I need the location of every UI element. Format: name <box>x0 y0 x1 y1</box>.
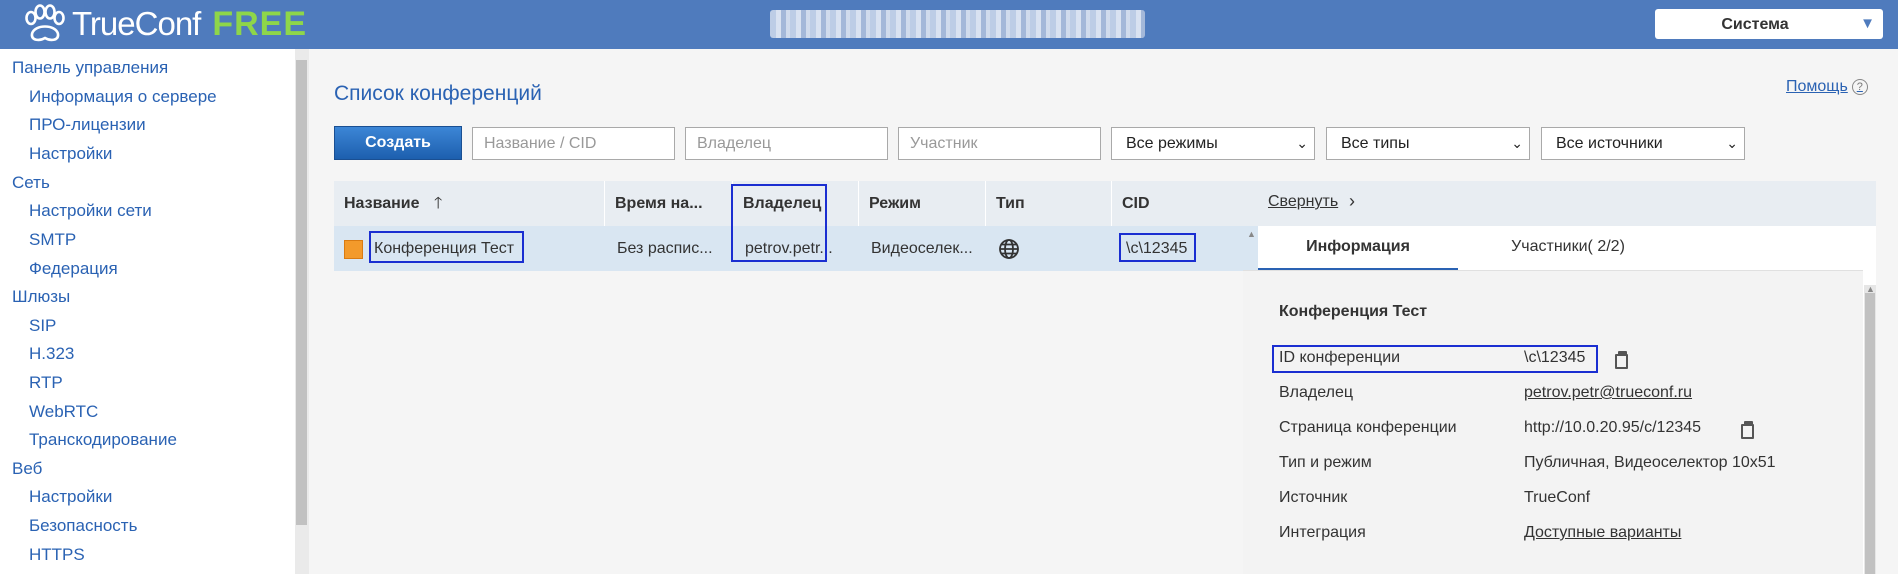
sidebar-item-rtp[interactable]: RTP <box>29 373 63 393</box>
field-label-conference-page: Страница конференции <box>1279 419 1457 436</box>
top-header: TrueConf FREE Система ▼ <box>0 0 1898 49</box>
types-select[interactable]: Все типы ⌄ <box>1326 127 1530 160</box>
highlight-cid <box>1119 233 1196 262</box>
trueconf-logo[interactable]: TrueConf FREE <box>22 4 307 44</box>
sidebar-item-transcoding[interactable]: Транскодирование <box>29 430 177 450</box>
copy-icon[interactable] <box>1741 421 1754 439</box>
system-select[interactable]: Система ▼ <box>1655 9 1883 39</box>
sidebar-item-smtp[interactable]: SMTP <box>29 230 76 250</box>
create-button[interactable]: Создать <box>334 126 462 160</box>
sidebar-item-security[interactable]: Безопасность <box>29 516 137 536</box>
chevron-down-icon: ⌄ <box>1726 135 1738 151</box>
column-time[interactable]: Время на... <box>605 181 733 226</box>
column-name-label: Название <box>344 195 420 212</box>
scroll-up-arrow-icon[interactable]: ▲ <box>1866 284 1875 294</box>
modes-select[interactable]: Все режимы ⌄ <box>1111 127 1315 160</box>
conference-status-square <box>344 240 363 259</box>
help-link-label: Помощь <box>1786 78 1848 95</box>
edition-badge: FREE <box>212 4 308 43</box>
field-value-type-mode: Публичная, Видеоселектор 10x51 <box>1524 454 1776 471</box>
sidebar-item-web-settings[interactable]: Настройки <box>29 487 112 507</box>
owner-filter-input[interactable]: Владелец <box>685 127 888 160</box>
field-value-conference-page: http://10.0.20.95/c/12345 <box>1524 419 1702 436</box>
column-name[interactable]: Название 🡑 <box>334 181 605 226</box>
column-type[interactable]: Тип <box>986 181 1112 226</box>
field-value-source: TrueConf <box>1524 489 1591 506</box>
highlight-conference-name <box>369 231 524 263</box>
row-mode: Видеоселек... <box>871 240 973 257</box>
sidebar-item-web[interactable]: Веб <box>12 459 42 479</box>
sidebar-item-control-panel[interactable]: Панель управления <box>12 58 168 78</box>
participant-filter-input[interactable]: Участник <box>898 127 1101 160</box>
chevron-right-icon[interactable]: › <box>1349 191 1355 212</box>
page-title: Список конференций <box>334 82 542 105</box>
sidebar-item-gateways[interactable]: Шлюзы <box>12 287 70 307</box>
row-time: Без распис... <box>617 240 713 257</box>
tab-information[interactable]: Информация <box>1258 226 1458 270</box>
chevron-down-icon: ⌄ <box>1296 135 1308 151</box>
question-circle-icon: ? <box>1851 79 1868 95</box>
highlight-conference-id <box>1272 345 1598 373</box>
scroll-up-arrow-icon[interactable]: ▲ <box>1247 229 1256 239</box>
field-label-integration: Интеграция <box>1279 524 1366 541</box>
sidebar-item-h323[interactable]: H.323 <box>29 344 74 364</box>
tab-participants[interactable]: Участники( 2/2) <box>1460 226 1676 270</box>
field-label-type-mode: Тип и режим <box>1279 454 1372 471</box>
collapse-link[interactable]: Свернуть <box>1268 193 1338 211</box>
sidebar-item-network-settings[interactable]: Настройки сети <box>29 201 152 221</box>
paw-logo-icon <box>25 4 65 42</box>
sidebar-item-server-info[interactable]: Информация о сервере <box>29 87 217 107</box>
sidebar-item-pro-licenses[interactable]: ПРО-лицензии <box>29 115 146 135</box>
field-value-owner-link[interactable]: petrov.petr@trueconf.ru <box>1524 384 1692 402</box>
sidebar-item-network[interactable]: Сеть <box>12 173 50 193</box>
name-cid-filter-input[interactable]: Название / CID <box>472 127 675 160</box>
sidebar-item-webrtc[interactable]: WebRTC <box>29 402 98 422</box>
arrow-up-icon: 🡑 <box>433 195 443 212</box>
field-value-integration-link[interactable]: Доступные варианты <box>1524 524 1681 542</box>
sidebar-item-settings[interactable]: Настройки <box>29 144 112 164</box>
server-name-blurred <box>770 10 1145 38</box>
panel-scrollbar-thumb[interactable] <box>1865 293 1875 574</box>
copy-icon[interactable] <box>1615 351 1628 369</box>
system-select-value: Система <box>1721 16 1789 33</box>
field-label-owner: Владелец <box>1279 384 1354 401</box>
modes-select-value: Все режимы <box>1126 135 1218 152</box>
sidebar-item-https[interactable]: HTTPS <box>29 545 85 565</box>
sidebar-item-federation[interactable]: Федерация <box>29 259 118 279</box>
column-cid[interactable]: CID <box>1112 181 1258 226</box>
types-select-value: Все типы <box>1341 135 1410 152</box>
sidebar: Панель управления Информация о сервере П… <box>0 49 295 574</box>
conference-title: Конференция Тест <box>1279 303 1428 320</box>
column-mode[interactable]: Режим <box>859 181 986 226</box>
help-link[interactable]: Помощь ? <box>1786 78 1868 96</box>
triangle-down-icon: ▼ <box>1860 15 1875 32</box>
row-type <box>998 226 1028 271</box>
field-label-source: Источник <box>1279 489 1348 506</box>
globe-icon <box>999 239 1019 259</box>
highlight-owner <box>731 184 827 262</box>
sidebar-item-sip[interactable]: SIP <box>29 316 56 336</box>
logo-text: TrueConf <box>72 5 201 42</box>
sources-select-value: Все источники <box>1556 135 1663 152</box>
sources-select[interactable]: Все источники ⌄ <box>1541 127 1745 160</box>
chevron-down-icon: ⌄ <box>1511 135 1523 151</box>
sidebar-scrollbar-thumb[interactable] <box>296 60 307 525</box>
